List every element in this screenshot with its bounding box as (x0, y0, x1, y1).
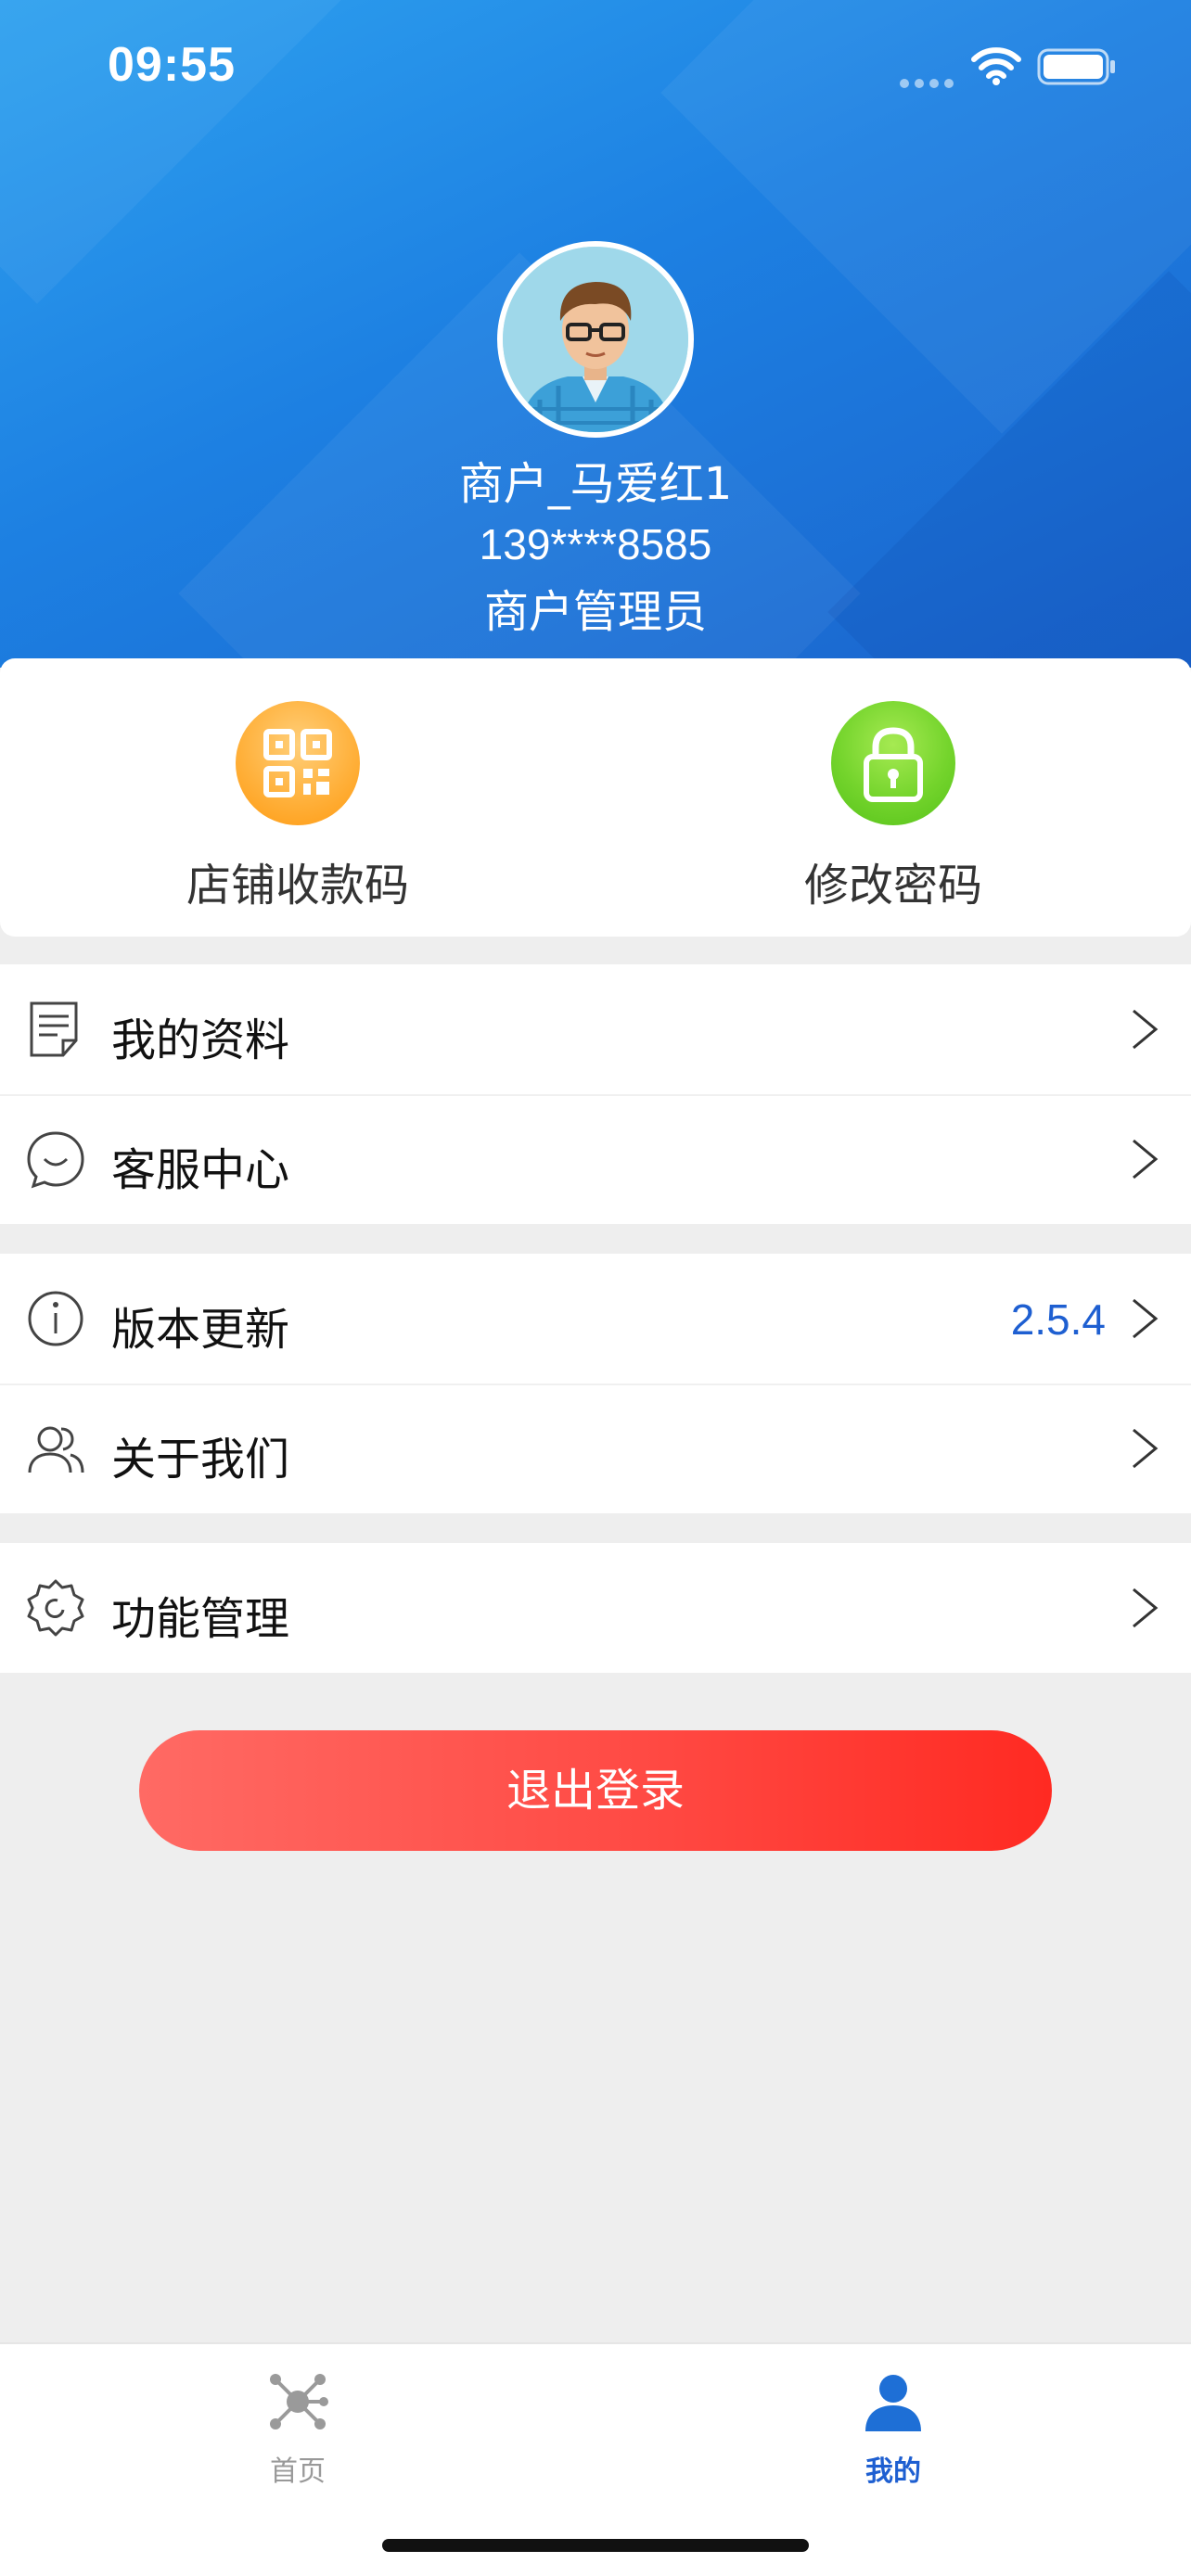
info-icon (28, 1291, 83, 1346)
menu-item-label: 我的资料 (111, 1014, 290, 1066)
menu-item-about-us[interactable]: 关于我们 (0, 1384, 1191, 1513)
change-password-button[interactable]: 修改密码 (596, 658, 1191, 937)
status-time: 09:55 (108, 38, 236, 92)
menu-item-label: 版本更新 (111, 1304, 290, 1356)
qr-code-icon (236, 701, 360, 825)
chevron-right-icon (1133, 1139, 1159, 1180)
version-number: 2.5.4 (1010, 1295, 1106, 1344)
wifi-icon (971, 47, 1021, 85)
logout-button[interactable]: 退出登录 (139, 1730, 1052, 1851)
tab-label: 首页 (270, 2455, 326, 2488)
menu-group-account: 我的资料 客服中心 (0, 964, 1191, 1224)
avatar-illustration (503, 247, 688, 432)
store-payment-code-label: 店铺收款码 (186, 860, 409, 912)
tab-home[interactable]: 首页 (0, 2344, 596, 2502)
status-bar: 09:55 (0, 0, 1191, 130)
menu-item-label: 功能管理 (111, 1593, 290, 1645)
chevron-right-icon (1133, 1428, 1159, 1469)
menu-item-my-profile[interactable]: 我的资料 (0, 964, 1191, 1094)
user-avatar[interactable] (497, 241, 694, 438)
user-phone: 139****8585 (479, 520, 712, 568)
store-payment-code-button[interactable]: 店铺收款码 (0, 658, 596, 937)
tab-label: 我的 (865, 2455, 921, 2488)
menu-item-label: 客服中心 (111, 1144, 290, 1196)
profile-header: 09:55 商户_马爱红1 139****8585 商户管理员 (0, 0, 1191, 668)
cellular-dots-icon (900, 74, 959, 88)
lock-icon (831, 701, 955, 825)
user-role: 商户管理员 (483, 586, 707, 638)
hub-icon (270, 2374, 328, 2429)
menu-item-version-update[interactable]: 版本更新 2.5.4 (0, 1254, 1191, 1384)
settings-icon (27, 1579, 84, 1637)
users-icon (28, 1426, 84, 1473)
menu-item-label: 关于我们 (111, 1434, 290, 1486)
menu-group-features: 功能管理 (0, 1543, 1191, 1673)
menu-item-feature-management[interactable]: 功能管理 (0, 1543, 1191, 1673)
home-indicator (382, 2539, 809, 2552)
tab-mine[interactable]: 我的 (596, 2344, 1191, 2502)
chevron-right-icon (1133, 1588, 1159, 1628)
quick-actions-card: 店铺收款码 修改密码 (0, 658, 1191, 937)
chevron-right-icon (1133, 1298, 1159, 1339)
change-password-label: 修改密码 (803, 860, 982, 912)
person-icon (865, 2375, 921, 2431)
document-icon (30, 1001, 78, 1057)
user-name: 商户_马爱红1 (458, 458, 733, 510)
chevron-right-icon (1133, 1009, 1159, 1050)
chat-bubble-icon (27, 1131, 84, 1189)
menu-item-customer-service[interactable]: 客服中心 (0, 1094, 1191, 1224)
battery-icon (1037, 48, 1115, 85)
menu-group-app: 版本更新 2.5.4 关于我们 (0, 1254, 1191, 1513)
